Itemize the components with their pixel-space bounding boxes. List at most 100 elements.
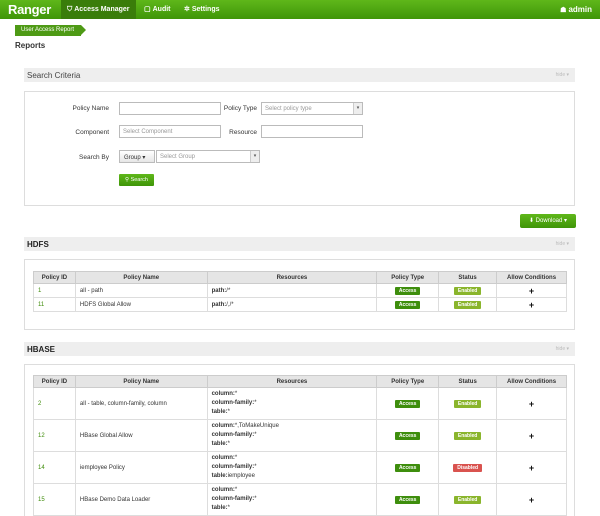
chevron-down-icon: ▾ <box>250 151 259 162</box>
policy-resources: path:/,/* <box>206 297 378 312</box>
hbase-header: HBASE hide ▾ <box>24 342 575 356</box>
nav-settings[interactable]: ✲ Settings <box>178 0 226 19</box>
policy-id-link[interactable]: 1 <box>33 283 76 298</box>
policy-resources: path:/* <box>206 283 378 298</box>
col-policy-type: Policy Type <box>376 271 440 284</box>
status-badge: Enabled <box>453 495 482 504</box>
hdfs-header: HDFS hide ▾ <box>24 237 575 251</box>
policy-type-label: Policy Type <box>223 105 257 112</box>
plus-icon[interactable]: + <box>529 300 534 310</box>
brand-logo[interactable]: Ranger <box>8 2 51 17</box>
status-badge: Disabled <box>453 463 483 472</box>
policy-type-badge: Access <box>394 286 421 295</box>
search-by-label: Search By <box>79 154 109 161</box>
policy-name: HBase Global Allow <box>74 419 208 452</box>
chevron-down-icon: ▾ <box>566 346 569 352</box>
plus-icon[interactable]: + <box>529 495 534 505</box>
policy-resources: column:*,ToMakeUnique column-family:* ta… <box>206 419 378 452</box>
resource-input[interactable] <box>261 125 363 138</box>
col-policy-name: Policy Name <box>74 271 208 284</box>
top-navbar: Ranger ⛉ Access Manager ▢ Audit ✲ Settings … <box>0 0 600 19</box>
status-badge: Enabled <box>453 399 482 408</box>
hdfs-title: HDFS <box>27 240 49 249</box>
chevron-down-icon: ▾ <box>566 241 569 247</box>
col-policy-type: Policy Type <box>376 375 440 388</box>
table-row: 14 iemployee Policy column:* column-fami… <box>33 451 567 484</box>
policy-id-link[interactable]: 12 <box>33 419 76 452</box>
col-status: Status <box>438 271 498 284</box>
table-row: 2 all - table, column-family, column col… <box>33 387 567 420</box>
policy-id-link[interactable]: 11 <box>33 297 76 312</box>
col-allow-conditions: Allow Conditions <box>496 375 567 388</box>
table-row: 15 HBase Demo Data Loader column:* colum… <box>33 483 567 516</box>
policy-name: all - path <box>74 283 208 298</box>
group-select[interactable]: Select Group ▾ <box>156 150 260 163</box>
policy-name-label: Policy Name <box>72 105 109 112</box>
search-criteria-panel: Policy Name Policy Type Select policy ty… <box>24 91 575 206</box>
search-criteria-title: Search Criteria <box>27 71 81 80</box>
status-badge: Enabled <box>453 286 482 295</box>
col-status: Status <box>438 375 498 388</box>
col-policy-id: Policy ID <box>33 271 76 284</box>
table-row: 11 HDFS Global Allow path:/,/* Access En… <box>33 297 567 312</box>
status-badge: Enabled <box>453 431 482 440</box>
caret-down-icon: ▾ <box>142 155 146 161</box>
hbase-hide-link[interactable]: hide ▾ <box>556 346 569 352</box>
chevron-down-icon: ▾ <box>566 72 569 78</box>
search-by-group-dropdown[interactable]: Group ▾ <box>119 150 155 163</box>
nav-audit[interactable]: ▢ Audit <box>138 0 177 19</box>
gear-icon: ✲ <box>184 6 190 13</box>
policy-type-badge: Access <box>394 495 421 504</box>
policy-resources: column:* column-family:* table:iemployee <box>206 451 378 484</box>
shield-icon: ⛉ <box>67 6 73 13</box>
file-icon: ▢ <box>144 6 151 13</box>
policy-type-select[interactable]: Select policy type ▾ <box>261 102 363 115</box>
user-menu[interactable]: ☗ admin <box>560 0 592 19</box>
breadcrumb-user-access-report[interactable]: User Access Report <box>15 25 87 36</box>
hdfs-policy-table: Policy ID Policy Name Resources Policy T… <box>33 271 567 312</box>
policy-id-link[interactable]: 14 <box>33 451 76 484</box>
policy-resources: column:* column-family:* table:* <box>206 483 378 516</box>
plus-icon[interactable]: + <box>529 399 534 409</box>
status-badge: Enabled <box>453 300 482 309</box>
hdfs-hide-link[interactable]: hide ▾ <box>556 241 569 247</box>
policy-type-badge: Access <box>394 431 421 440</box>
component-label: Component <box>75 129 109 136</box>
policy-name: HBase Demo Data Loader <box>74 483 208 516</box>
page-title: Reports <box>15 41 46 50</box>
col-resources: Resources <box>206 271 378 284</box>
policy-name: HDFS Global Allow <box>74 297 208 312</box>
resource-label: Resource <box>229 129 257 136</box>
table-row: 1 all - path path:/* Access Enabled + <box>33 283 567 298</box>
col-resources: Resources <box>206 375 378 388</box>
policy-name-input[interactable] <box>119 102 221 115</box>
policy-name: iemployee Policy <box>74 451 208 484</box>
policy-type-badge: Access <box>394 399 421 408</box>
search-icon: ⚲ <box>125 177 130 183</box>
policy-type-badge: Access <box>394 463 421 472</box>
policy-type-badge: Access <box>394 300 421 309</box>
hbase-policy-table: Policy ID Policy Name Resources Policy T… <box>33 375 567 516</box>
col-policy-name: Policy Name <box>74 375 208 388</box>
hbase-title: HBASE <box>27 345 56 354</box>
col-allow-conditions: Allow Conditions <box>496 271 567 284</box>
chevron-down-icon: ▾ <box>353 103 362 114</box>
policy-id-link[interactable]: 2 <box>33 387 76 420</box>
user-icon: ☗ <box>560 7 567 14</box>
search-criteria-header: Search Criteria hide ▾ <box>24 68 575 82</box>
plus-icon[interactable]: + <box>529 463 534 473</box>
col-policy-id: Policy ID <box>33 375 76 388</box>
component-input[interactable]: Select Component <box>119 125 221 138</box>
plus-icon[interactable]: + <box>529 286 534 296</box>
download-button[interactable]: ⬇ Download ▾ <box>520 214 576 228</box>
table-row: 12 HBase Global Allow column:*,ToMakeUni… <box>33 419 567 452</box>
policy-resources: column:* column-family:* table:* <box>206 387 378 420</box>
policy-name: all - table, column-family, column <box>74 387 208 420</box>
policy-id-link[interactable]: 15 <box>33 483 76 516</box>
nav-access-manager[interactable]: ⛉ Access Manager <box>61 0 136 19</box>
download-icon: ⬇ <box>528 218 534 224</box>
search-criteria-hide-link[interactable]: hide ▾ <box>556 72 569 78</box>
search-button[interactable]: ⚲ Search <box>119 174 154 186</box>
plus-icon[interactable]: + <box>529 431 534 441</box>
caret-down-icon: ▾ <box>564 218 568 224</box>
